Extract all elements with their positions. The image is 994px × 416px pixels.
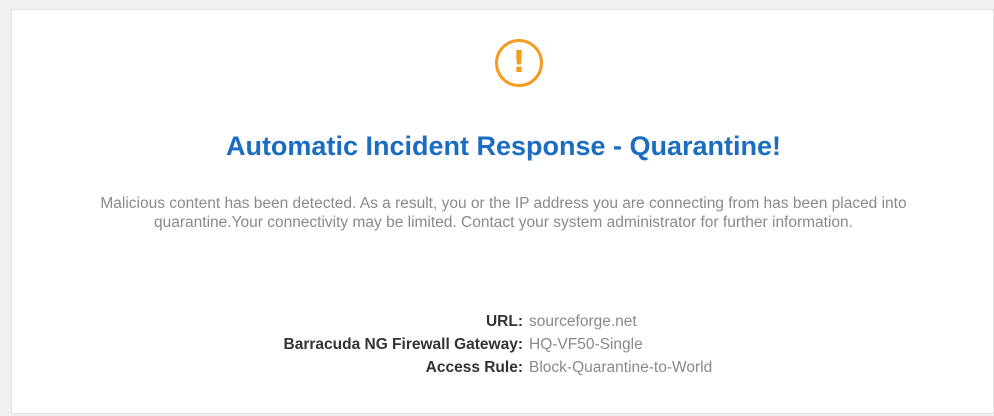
exclamation-circle-icon: ! [495, 39, 543, 87]
url-value: sourceforge.net [529, 313, 637, 330]
gateway-value: HQ-VF50-Single [529, 336, 643, 353]
access-rule-label: Access Rule: [425, 359, 523, 376]
gateway-label: Barracuda NG Firewall Gateway: [283, 336, 523, 353]
detail-row-gateway: Barracuda NG Firewall Gateway: HQ-VF50-S… [12, 333, 994, 356]
page-title: Automatic Incident Response - Quarantine… [225, 131, 782, 161]
quarantine-card: ! Automatic Incident Response - Quaranti… [11, 9, 994, 414]
url-label: URL: [485, 313, 523, 330]
quarantine-message: Malicious content has been detected. As … [100, 195, 907, 231]
detail-row-access-rule: Access Rule: Block-Quarantine-to-World [12, 356, 994, 379]
detail-row-url: URL: sourceforge.net [12, 310, 994, 333]
incident-details: URL: sourceforge.net Barracuda NG Firewa… [12, 310, 994, 379]
access-rule-value: Block-Quarantine-to-World [529, 359, 713, 376]
